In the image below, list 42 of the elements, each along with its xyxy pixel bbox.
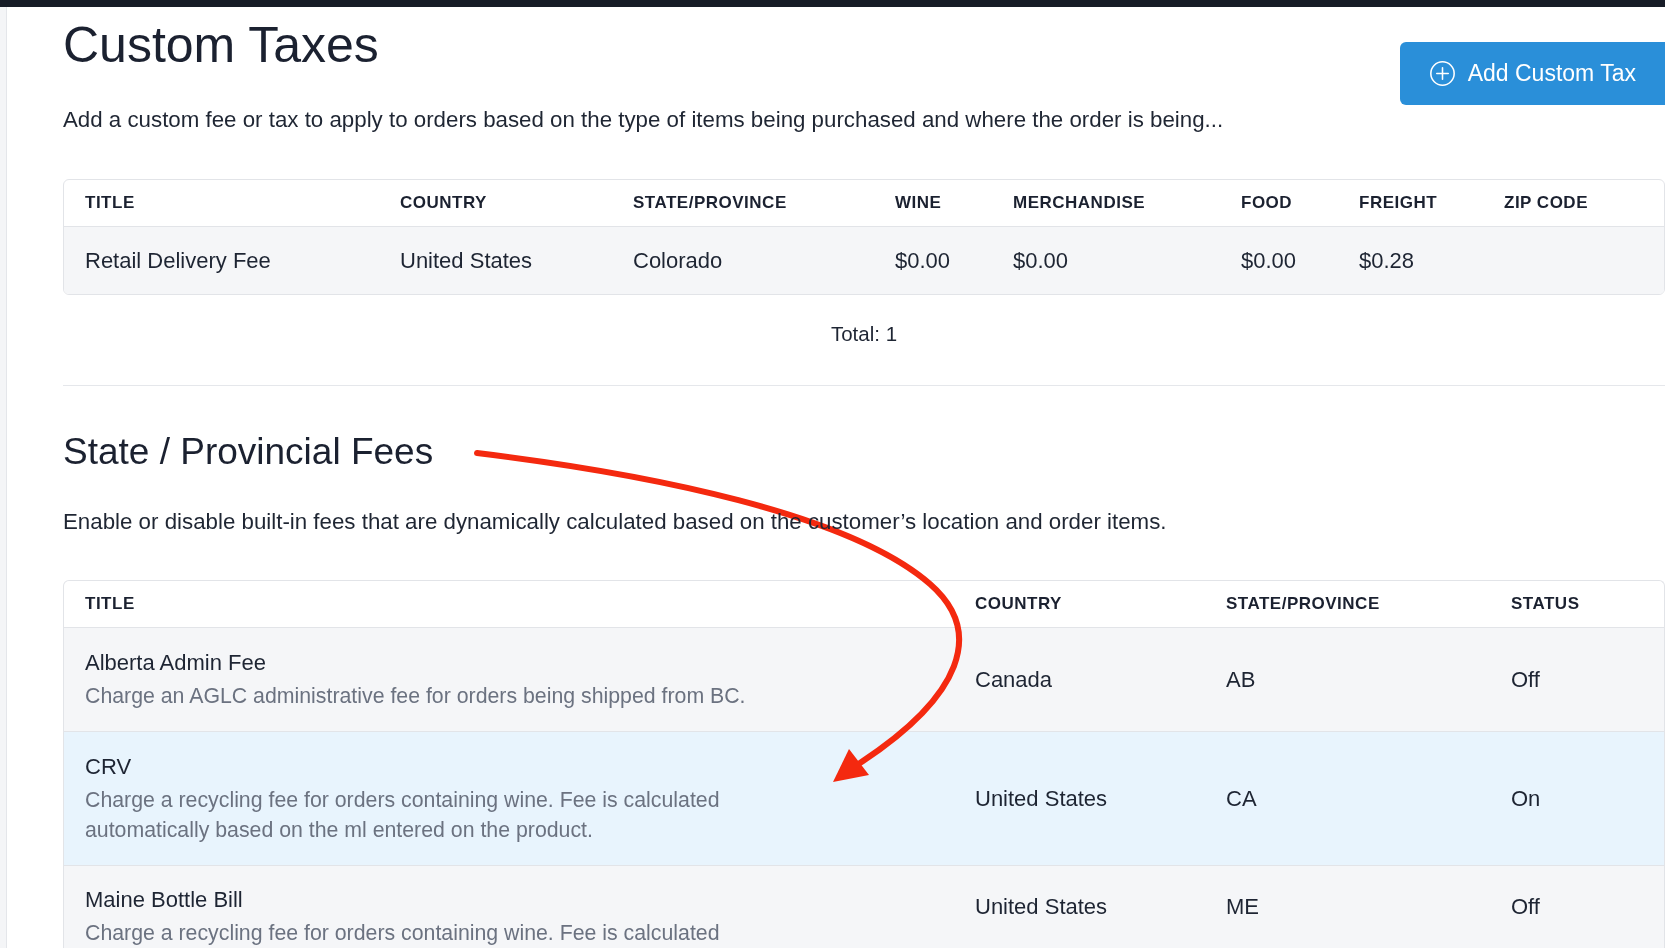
column-header: COUNTRY — [400, 193, 487, 212]
section-title: State / Provincial Fees — [63, 430, 434, 474]
table-cell: $0.00 — [1013, 247, 1069, 273]
table-cell: Off — [1511, 894, 1540, 919]
table-cell: On — [1511, 785, 1541, 811]
table-cell: CA — [1226, 785, 1257, 811]
total-count: Total: 1 — [830, 321, 898, 347]
fee-description: Charge an AGLC administrative fee for orders being shipped from BC. — [85, 683, 746, 710]
fee-title: Maine Bottle Bill — [85, 886, 243, 914]
table-cell: AB — [1226, 666, 1256, 692]
column-header: COUNTRY — [975, 594, 1062, 613]
column-header: TITLE — [85, 594, 135, 613]
table-cell: United States — [975, 785, 1108, 811]
fee-title: CRV — [85, 753, 132, 781]
table-cell: Off — [1511, 666, 1540, 692]
column-header: FREIGHT — [1359, 193, 1438, 212]
fee-row[interactable]: Alberta Admin Fee Charge an AGLC administrative fee for orders being shipped from BC. Canada AB Off — [64, 628, 1664, 732]
table-cell: Retail Delivery Fee — [85, 247, 271, 273]
fee-row[interactable]: Maine Bottle Bill Charge a recycling fee for orders containing wine. Fee is calculated United States ME Off — [64, 866, 1664, 948]
table-cell: ME — [1226, 894, 1259, 919]
column-header: STATE/PROVINCE — [633, 193, 787, 212]
table-cell: $0.00 — [895, 247, 951, 273]
table-cell: $0.28 — [1359, 247, 1415, 273]
column-header: STATUS — [1511, 594, 1580, 613]
column-header: WINE — [895, 193, 942, 212]
column-header: STATE/PROVINCE — [1226, 594, 1380, 613]
table-cell: $0.00 — [1241, 247, 1297, 273]
table-cell: United States — [400, 247, 533, 273]
column-header: ZIP CODE — [1504, 193, 1588, 212]
plus-circle-icon — [1429, 61, 1455, 86]
table-cell: Canada — [975, 666, 1053, 692]
fee-row[interactable]: CRV Charge a recycling fee for orders containing wine. Fee is calculated automatically based on the ml entered on the product. United States CA On — [64, 732, 1664, 866]
table-cell: United States — [975, 894, 1108, 919]
fee-description: Charge a recycling fee for orders containing wine. Fee is calculated automatically based on the ml entered on the product. — [85, 787, 721, 844]
page-title: Custom Taxes — [63, 17, 379, 73]
column-header: MERCHANDISE — [1013, 193, 1146, 212]
column-header: TITLE — [85, 193, 135, 212]
table-cell: Colorado — [633, 247, 723, 273]
fee-title: Alberta Admin Fee — [85, 649, 266, 677]
column-header: FOOD — [1241, 193, 1293, 212]
fee-description: Charge a recycling fee for orders containing wine. Fee is calculated — [85, 920, 720, 947]
section-description: Add a custom fee or tax to apply to orders based on the type of items being purchased and where the order is being... — [63, 106, 1224, 134]
